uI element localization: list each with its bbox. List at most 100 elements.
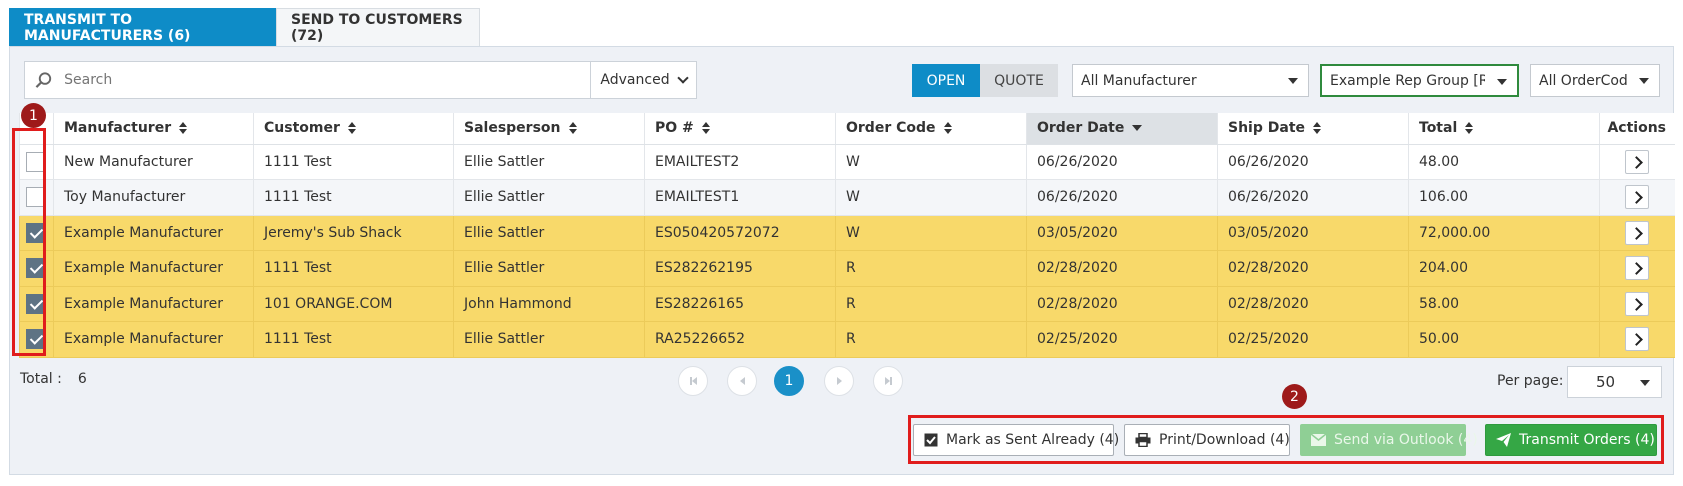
search-field — [25, 62, 590, 98]
envelope-icon — [1311, 434, 1326, 446]
column-header-ship-date[interactable]: Ship Date — [1217, 113, 1409, 145]
open-order-button[interactable] — [1624, 185, 1649, 210]
cell-total: 48.00 — [1408, 144, 1600, 180]
cell-order-date: 02/28/2020 — [1026, 250, 1218, 287]
open-toggle-button[interactable]: OPEN — [912, 64, 980, 97]
send-via-outlook-button[interactable]: Send via Outlook (4) — [1300, 424, 1478, 456]
column-header-manufacturer[interactable]: Manufacturer — [53, 113, 254, 145]
cell-order-date: 02/28/2020 — [1026, 286, 1218, 322]
tab-send-to-customers[interactable]: SEND TO CUSTOMERS (72) — [276, 8, 480, 47]
column-header-po[interactable]: PO # — [644, 113, 836, 145]
caret-down-icon — [1497, 79, 1507, 85]
cell-po: EMAILTEST2 — [644, 144, 836, 180]
cell-ship-date: 06/26/2020 — [1217, 179, 1409, 216]
cell-salesperson: Ellie Sattler — [453, 215, 645, 251]
cell-manufacturer: New Manufacturer — [53, 144, 254, 180]
cell-order-code: R — [835, 250, 1027, 287]
per-page-select[interactable]: 50 — [1567, 366, 1662, 398]
sort-icon — [701, 122, 711, 135]
print-download-button[interactable]: Print/Download (4) — [1124, 424, 1290, 456]
cell-po: ES28226165 — [644, 286, 836, 322]
next-page-button[interactable] — [824, 366, 854, 396]
cell-salesperson: Ellie Sattler — [453, 179, 645, 216]
prev-page-button[interactable] — [727, 366, 757, 396]
cell-total: 72,000.00 — [1408, 215, 1600, 251]
caret-down-icon — [1639, 78, 1649, 84]
per-page-value: 50 — [1596, 373, 1616, 391]
annotation-marker-2: 2 — [1282, 384, 1307, 409]
sort-icon — [347, 122, 357, 135]
cell-ship-date: 02/28/2020 — [1217, 250, 1409, 287]
cell-actions — [1599, 179, 1675, 216]
table-row: New Manufacturer 1111 Test Ellie Sattler… — [19, 144, 1675, 180]
open-order-button[interactable] — [1624, 149, 1649, 174]
printer-icon — [1135, 433, 1151, 447]
rep-group-select[interactable]: Example Rep Group [R25 — [1320, 64, 1519, 97]
cell-manufacturer: Toy Manufacturer — [53, 179, 254, 216]
total-label: Total : — [20, 371, 62, 387]
search-group: Advanced — [24, 61, 697, 99]
cell-ship-date: 02/28/2020 — [1217, 286, 1409, 322]
cell-customer: 1111 Test — [253, 144, 454, 180]
cell-ship-date: 03/05/2020 — [1217, 215, 1409, 251]
table-row: Example Manufacturer 101 ORANGE.COM John… — [19, 286, 1675, 322]
column-header-salesperson[interactable]: Salesperson — [453, 113, 645, 145]
manufacturer-select[interactable]: All Manufacturer — [1072, 64, 1309, 97]
ordercode-select[interactable]: All OrderCode — [1530, 64, 1660, 97]
table-row: Example Manufacturer 1111 Test Ellie Sat… — [19, 321, 1675, 358]
open-order-button[interactable] — [1624, 291, 1649, 316]
search-input[interactable] — [62, 71, 590, 89]
cell-manufacturer: Example Manufacturer — [53, 250, 254, 287]
paper-plane-icon — [1496, 433, 1511, 447]
per-page-label: Per page: — [1497, 373, 1564, 389]
column-header-order-code[interactable]: Order Code — [835, 113, 1027, 145]
annotation-marker-1: 1 — [21, 103, 46, 128]
total-value: 6 — [77, 371, 87, 387]
table-header-row: Manufacturer Customer Salesperson PO # O… — [19, 113, 1675, 145]
open-order-button[interactable] — [1624, 327, 1649, 352]
last-page-button[interactable] — [873, 366, 903, 396]
cell-order-code: R — [835, 286, 1027, 322]
first-page-button[interactable] — [678, 366, 708, 396]
cell-order-code: W — [835, 215, 1027, 251]
cell-customer: Jeremy's Sub Shack — [253, 215, 454, 251]
column-header-order-date[interactable]: Order Date — [1026, 113, 1218, 145]
mark-as-sent-label: Mark as Sent Already (4) — [946, 432, 1120, 448]
orders-table: Manufacturer Customer Salesperson PO # O… — [19, 113, 1675, 358]
mark-as-sent-button[interactable]: Mark as Sent Already (4) — [913, 424, 1119, 456]
column-header-actions: Actions — [1599, 113, 1675, 145]
rep-group-select-value: Example Rep Group [R25 — [1330, 72, 1485, 89]
cell-order-date: 06/26/2020 — [1026, 179, 1218, 216]
cell-total: 204.00 — [1408, 250, 1600, 287]
transmit-orders-button[interactable]: Transmit Orders (4) — [1485, 424, 1657, 456]
column-header-customer[interactable]: Customer — [253, 113, 454, 145]
cell-total: 50.00 — [1408, 321, 1600, 358]
column-header-total[interactable]: Total — [1408, 113, 1600, 145]
checkbox-checked-icon — [924, 433, 938, 447]
cell-po: ES282262195 — [644, 250, 836, 287]
cell-order-code: R — [835, 321, 1027, 358]
cell-customer: 1111 Test — [253, 250, 454, 287]
cell-manufacturer: Example Manufacturer — [53, 215, 254, 251]
annotation-box-checkboxes — [12, 128, 46, 356]
quote-toggle-button[interactable]: QUOTE — [980, 64, 1058, 97]
cell-total: 58.00 — [1408, 286, 1600, 322]
total-count: Total : 6 — [20, 371, 87, 387]
tab-bar: TRANSMIT TO MANUFACTURERS (6) SEND TO CU… — [9, 8, 480, 47]
cell-order-date: 06/26/2020 — [1026, 144, 1218, 180]
send-via-outlook-label: Send via Outlook (4) — [1334, 432, 1478, 448]
cell-po: EMAILTEST1 — [644, 179, 836, 216]
caret-down-icon — [1640, 380, 1650, 386]
sort-icon — [179, 122, 188, 135]
cell-total: 106.00 — [1408, 179, 1600, 216]
sort-icon — [943, 122, 953, 135]
page-1-button[interactable]: 1 — [774, 366, 804, 396]
tab-transmit-to-manufacturers[interactable]: TRANSMIT TO MANUFACTURERS (6) — [9, 8, 276, 47]
cell-customer: 101 ORANGE.COM — [253, 286, 454, 322]
table-row: Example Manufacturer Jeremy's Sub Shack … — [19, 215, 1675, 251]
advanced-search-button[interactable]: Advanced — [590, 62, 696, 98]
open-order-button[interactable] — [1624, 220, 1649, 245]
cell-actions — [1599, 321, 1675, 358]
open-order-button[interactable] — [1624, 256, 1649, 281]
cell-salesperson: Ellie Sattler — [453, 321, 645, 358]
